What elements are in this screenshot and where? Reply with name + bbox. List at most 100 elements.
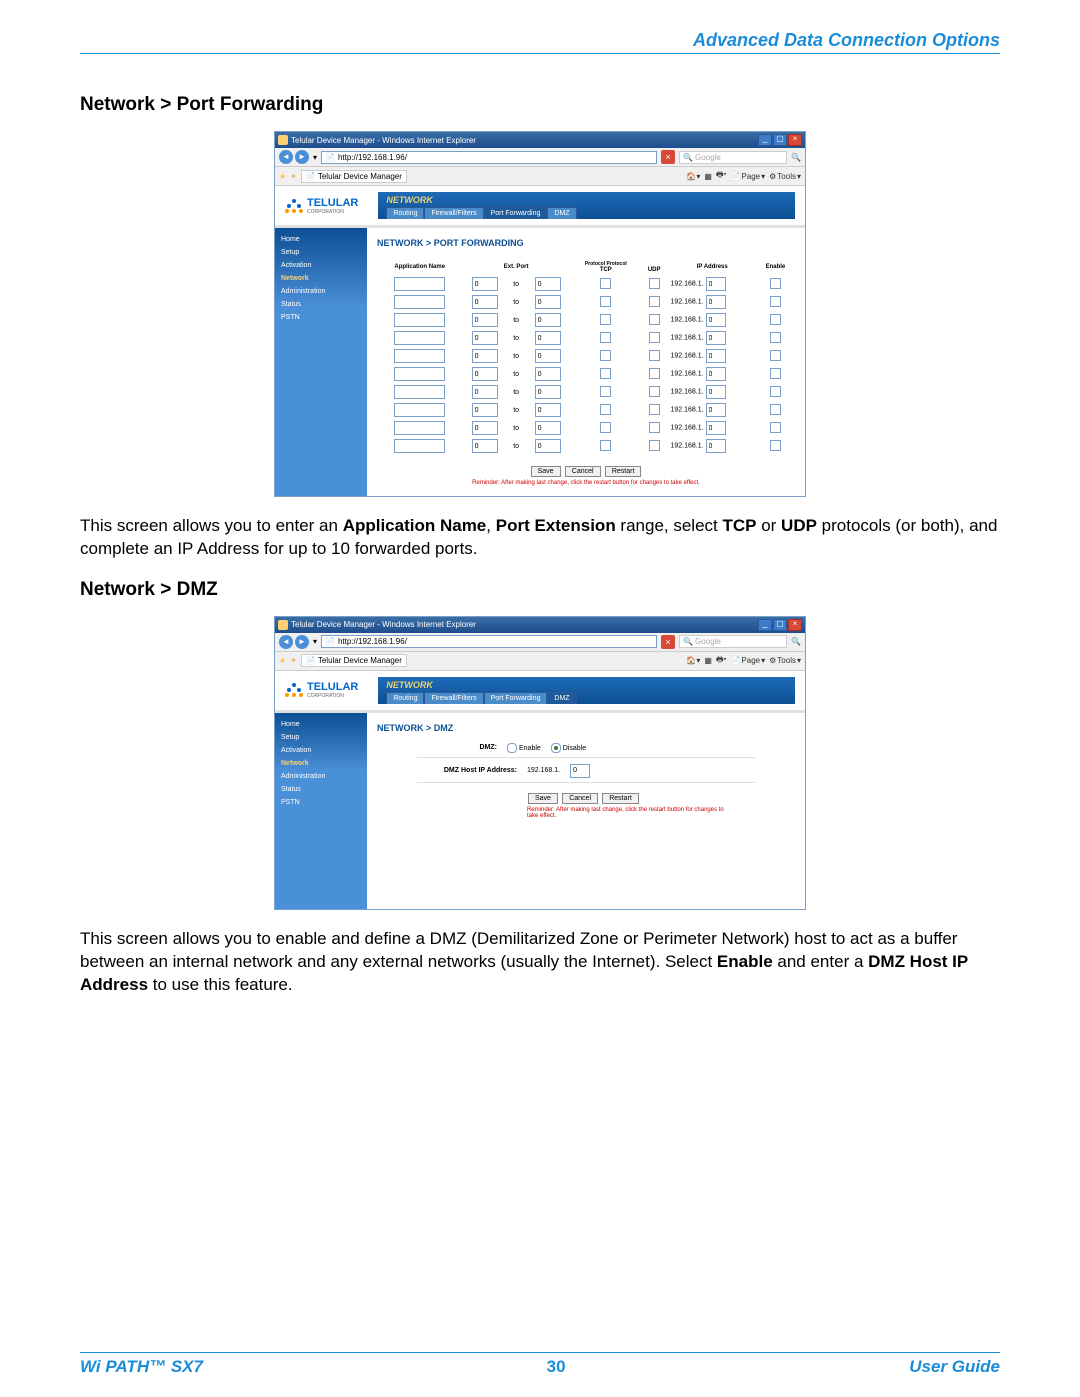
ip-last-input[interactable] xyxy=(706,439,726,453)
sidebar-activation[interactable]: Activation xyxy=(281,747,361,754)
tcp-checkbox[interactable] xyxy=(600,386,611,397)
tcp-checkbox[interactable] xyxy=(600,314,611,325)
maximize-button[interactable]: ▢ xyxy=(773,134,787,146)
port-to-input[interactable] xyxy=(535,403,561,417)
favorites-icon[interactable]: ★ xyxy=(279,172,286,181)
port-from-input[interactable] xyxy=(472,385,498,399)
udp-checkbox[interactable] xyxy=(649,314,660,325)
port-to-input[interactable] xyxy=(535,295,561,309)
enable-checkbox[interactable] xyxy=(770,332,781,343)
ip-last-input[interactable] xyxy=(706,421,726,435)
enable-checkbox[interactable] xyxy=(770,278,781,289)
subtab-port-forwarding[interactable]: Port Forwarding xyxy=(484,692,548,704)
browser-tab[interactable]: 📄 Telular Device Manager xyxy=(301,170,407,183)
udp-checkbox[interactable] xyxy=(649,350,660,361)
page-menu[interactable]: 📄Page▾ xyxy=(730,656,765,665)
sidebar-pstn[interactable]: PSTN xyxy=(281,799,361,806)
address-bar[interactable]: 📄 http://192.168.1.96/ xyxy=(321,635,657,648)
app-name-input[interactable] xyxy=(394,421,445,435)
cancel-button[interactable]: Cancel xyxy=(562,793,598,804)
ip-last-input[interactable] xyxy=(706,367,726,381)
home-icon[interactable]: 🏠▾ xyxy=(686,656,700,665)
enable-checkbox[interactable] xyxy=(770,368,781,379)
enable-checkbox[interactable] xyxy=(770,296,781,307)
port-from-input[interactable] xyxy=(472,277,498,291)
app-name-input[interactable] xyxy=(394,349,445,363)
tcp-checkbox[interactable] xyxy=(600,296,611,307)
maximize-button[interactable]: ▢ xyxy=(773,619,787,631)
search-box[interactable]: 🔍 Google xyxy=(679,635,787,648)
ip-last-input[interactable] xyxy=(706,403,726,417)
print-icon[interactable]: 🖶▾ xyxy=(716,654,727,668)
ip-last-input[interactable] xyxy=(706,295,726,309)
udp-checkbox[interactable] xyxy=(649,332,660,343)
cancel-button[interactable]: Cancel xyxy=(565,466,601,477)
port-to-input[interactable] xyxy=(535,277,561,291)
stop-button[interactable]: × xyxy=(661,150,675,164)
back-button[interactable]: ◄ xyxy=(279,150,293,164)
udp-checkbox[interactable] xyxy=(649,422,660,433)
port-to-input[interactable] xyxy=(535,439,561,453)
tcp-checkbox[interactable] xyxy=(600,368,611,379)
sidebar-network[interactable]: Network xyxy=(281,760,361,767)
search-go-icon[interactable]: 🔍 xyxy=(791,637,801,646)
back-button[interactable]: ◄ xyxy=(279,635,293,649)
port-from-input[interactable] xyxy=(472,403,498,417)
ip-last-input[interactable] xyxy=(706,349,726,363)
tcp-checkbox[interactable] xyxy=(600,278,611,289)
app-name-input[interactable] xyxy=(394,277,445,291)
sidebar-home[interactable]: Home xyxy=(281,721,361,728)
sidebar-status[interactable]: Status xyxy=(281,301,361,308)
app-name-input[interactable] xyxy=(394,403,445,417)
port-to-input[interactable] xyxy=(535,313,561,327)
page-menu[interactable]: 📄Page▾ xyxy=(730,172,765,181)
address-bar[interactable]: 📄 http://192.168.1.96/ xyxy=(321,151,657,164)
udp-checkbox[interactable] xyxy=(649,440,660,451)
sidebar-home[interactable]: Home xyxy=(281,236,361,243)
sidebar-pstn[interactable]: PSTN xyxy=(281,314,361,321)
stop-button[interactable]: × xyxy=(661,635,675,649)
add-favorites-icon[interactable]: ✦ xyxy=(290,656,297,665)
minimize-button[interactable]: _ xyxy=(758,134,772,146)
port-to-input[interactable] xyxy=(535,421,561,435)
print-icon[interactable]: 🖶▾ xyxy=(716,169,727,183)
feed-icon[interactable]: ▦ xyxy=(704,172,712,181)
enable-checkbox[interactable] xyxy=(770,404,781,415)
dmz-enable-radio[interactable] xyxy=(507,743,517,753)
subtab-dmz[interactable]: DMZ xyxy=(547,692,576,704)
save-button[interactable]: Save xyxy=(531,466,561,477)
port-from-input[interactable] xyxy=(472,349,498,363)
tcp-checkbox[interactable] xyxy=(600,404,611,415)
save-button[interactable]: Save xyxy=(528,793,558,804)
enable-checkbox[interactable] xyxy=(770,422,781,433)
app-name-input[interactable] xyxy=(394,295,445,309)
port-from-input[interactable] xyxy=(472,439,498,453)
ip-last-input[interactable] xyxy=(706,277,726,291)
subtab-routing[interactable]: Routing xyxy=(386,692,424,704)
app-name-input[interactable] xyxy=(394,439,445,453)
forward-button[interactable]: ► xyxy=(295,635,309,649)
minimize-button[interactable]: _ xyxy=(758,619,772,631)
tcp-checkbox[interactable] xyxy=(600,332,611,343)
tcp-checkbox[interactable] xyxy=(600,440,611,451)
enable-checkbox[interactable] xyxy=(770,350,781,361)
search-go-icon[interactable]: 🔍 xyxy=(791,153,801,162)
forward-button[interactable]: ► xyxy=(295,150,309,164)
sidebar-setup[interactable]: Setup xyxy=(281,734,361,741)
port-to-input[interactable] xyxy=(535,385,561,399)
app-name-input[interactable] xyxy=(394,313,445,327)
dmz-disable-radio[interactable] xyxy=(551,743,561,753)
close-button[interactable]: × xyxy=(788,134,802,146)
udp-checkbox[interactable] xyxy=(649,404,660,415)
restart-button[interactable]: Restart xyxy=(602,793,639,804)
sidebar-activation[interactable]: Activation xyxy=(281,262,361,269)
tools-menu[interactable]: ⚙Tools▾ xyxy=(769,172,801,181)
subtab-firewall[interactable]: Firewall/Filters xyxy=(424,207,483,219)
dmz-ip-input[interactable] xyxy=(570,764,590,778)
enable-checkbox[interactable] xyxy=(770,314,781,325)
port-from-input[interactable] xyxy=(472,313,498,327)
tools-menu[interactable]: ⚙Tools▾ xyxy=(769,656,801,665)
tcp-checkbox[interactable] xyxy=(600,422,611,433)
ip-last-input[interactable] xyxy=(706,331,726,345)
close-button[interactable]: × xyxy=(788,619,802,631)
